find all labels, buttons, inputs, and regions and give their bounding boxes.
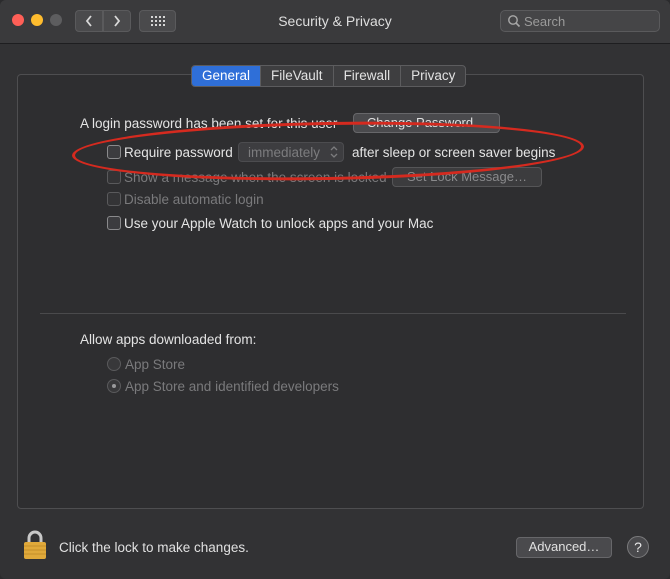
lock-icon[interactable]: [22, 530, 48, 560]
show-message-label: Show a message when the screen is locked: [124, 170, 387, 185]
apple-watch-checkbox[interactable]: [107, 216, 121, 230]
disable-auto-login-label: Disable automatic login: [124, 192, 264, 207]
require-password-suffix: after sleep or screen saver begins: [352, 145, 556, 160]
tab-firewall[interactable]: Firewall: [334, 66, 402, 86]
set-lock-message-button[interactable]: Set Lock Message…: [392, 167, 542, 187]
app-store-radio[interactable]: [107, 357, 121, 371]
title-bar: Security & Privacy Search: [0, 0, 670, 44]
app-store-label: App Store: [125, 357, 186, 372]
search-field[interactable]: Search: [500, 10, 660, 32]
general-panel: [17, 74, 644, 509]
identified-developers-radio[interactable]: [107, 379, 121, 393]
tab-general[interactable]: General: [192, 66, 262, 86]
section-divider: [40, 313, 626, 314]
security-privacy-window: Security & Privacy Search General FileVa…: [0, 0, 670, 579]
search-icon: [508, 15, 521, 28]
search-placeholder: Search: [524, 14, 566, 29]
require-password-label: Require password: [124, 145, 233, 160]
tab-privacy[interactable]: Privacy: [401, 66, 465, 86]
help-button[interactable]: ?: [627, 536, 649, 558]
allow-apps-heading: Allow apps downloaded from:: [80, 332, 257, 347]
tab-filevault[interactable]: FileVault: [261, 66, 334, 86]
delay-value: immediately: [248, 145, 321, 160]
change-password-button[interactable]: Change Password…: [353, 113, 500, 133]
require-password-delay-popup[interactable]: immediately: [238, 142, 344, 162]
apple-watch-label: Use your Apple Watch to unlock apps and …: [124, 216, 434, 231]
identified-developers-label: App Store and identified developers: [125, 379, 339, 394]
show-message-checkbox[interactable]: [107, 170, 121, 184]
require-password-checkbox[interactable]: [107, 145, 121, 159]
login-password-text: A login password has been set for this u…: [80, 116, 338, 131]
lock-status-text: Click the lock to make changes.: [59, 540, 249, 555]
advanced-button[interactable]: Advanced…: [516, 537, 612, 558]
disable-auto-login-checkbox[interactable]: [107, 192, 121, 206]
tab-bar: General FileVault Firewall Privacy: [191, 65, 467, 87]
up-down-arrows-icon: [330, 146, 338, 158]
